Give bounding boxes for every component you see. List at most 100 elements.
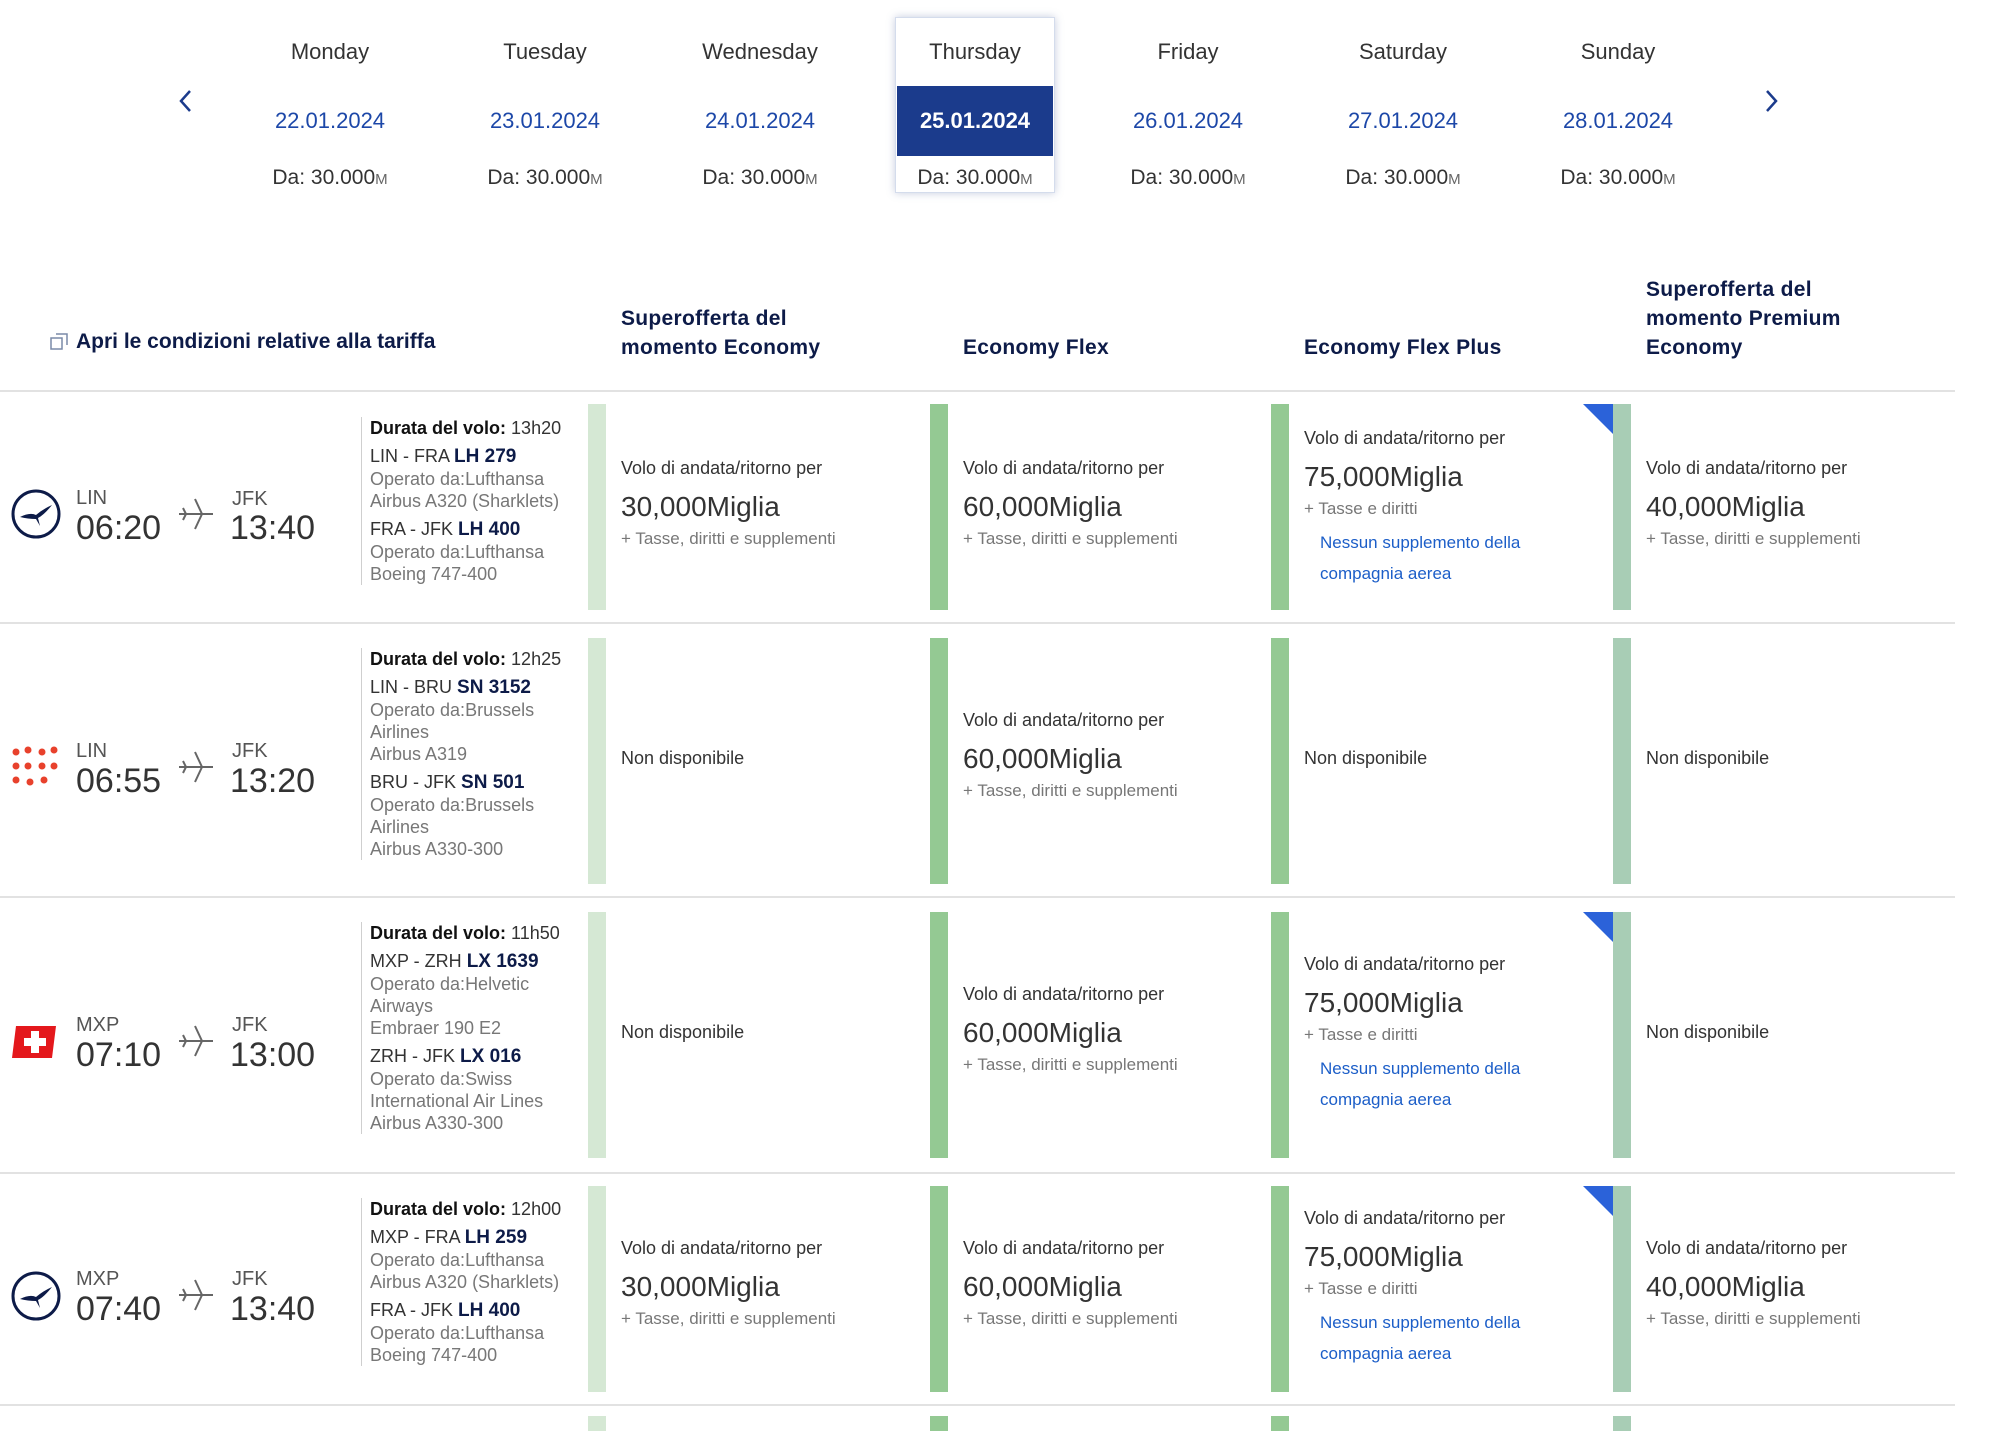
segment: MXP - FRA LH 259	[370, 1227, 528, 1248]
segment: LIN - FRA LH 279	[370, 446, 517, 467]
fare-bar	[1271, 404, 1289, 610]
arrival-time: 13:00	[230, 1036, 316, 1074]
fare-bar	[1613, 912, 1631, 1158]
flight-row[interactable]: MXP 07:10 JFK 13:00 Durata del volo: 11h…	[0, 898, 1955, 1172]
day-tuesday[interactable]: Tuesday 23.01.2024 Da: 30.000M	[466, 18, 624, 189]
flight-row[interactable]: MXP 07:40 JFK 13:40 Durata del volo: 12h…	[0, 1174, 1955, 1404]
fare-option[interactable]: Volo di andata/ritorno per 40,000Miglia …	[1646, 1238, 1946, 1329]
flight-details: Durata del volo: 13h20 LIN - FRA LH 279 …	[361, 417, 595, 585]
airplane-icon	[179, 498, 213, 530]
fare-unavailable: Non disponibile	[621, 1022, 745, 1042]
fare-bar	[588, 638, 606, 884]
departure-time: 07:40	[76, 1290, 162, 1328]
day-price: Da: 30.000M	[1560, 166, 1676, 189]
fare-unavailable: Non disponibile	[1646, 1022, 1770, 1042]
day-wednesday[interactable]: Wednesday 24.01.2024 Da: 30.000M	[681, 18, 839, 189]
airplane-icon	[179, 1279, 213, 1311]
airplane-icon	[179, 1025, 213, 1057]
day-date: 22.01.2024	[274, 108, 386, 133]
no-surcharge-note: Nessun supplemento della compagnia aerea	[1320, 533, 1521, 583]
fare-option[interactable]: Volo di andata/ritorno per 75,000Miglia …	[1304, 954, 1604, 1115]
segment-operator: Operato da:Lufthansa	[370, 469, 545, 489]
origin-code: MXP	[76, 1014, 120, 1036]
arrival-time: 13:40	[230, 509, 316, 547]
fare-conditions-link[interactable]: Apri le condizioni relative alla tariffa	[50, 330, 435, 354]
day-price: Da: 30.000M	[487, 166, 603, 189]
fare-bar	[1613, 1186, 1631, 1392]
day-date: 28.01.2024	[1562, 108, 1674, 133]
fare-option[interactable]: Volo di andata/ritorno per 60,000Miglia …	[963, 710, 1263, 801]
fare-bar	[1613, 1416, 1631, 1431]
day-date: 23.01.2024	[489, 108, 601, 133]
fare-option[interactable]: Volo di andata/ritorno per 40,000Miglia …	[1646, 458, 1946, 549]
fare-header-premium-deal: Superofferta del momento Premium Economy	[1646, 278, 1841, 359]
fare-option[interactable]: Volo di andata/ritorno per 60,000Miglia …	[963, 1238, 1263, 1329]
segment-aircraft: Airbus A330-300	[370, 1113, 504, 1133]
day-price: Da: 30.000M	[1130, 166, 1246, 189]
segment-operator: Operato da:Lufthansa	[370, 542, 545, 562]
flight-duration: Durata del volo: 13h20	[370, 418, 562, 438]
day-friday[interactable]: Friday 26.01.2024 Da: 30.000M	[1109, 18, 1267, 189]
segment-operator: Operato da:Brussels Airlines	[370, 795, 535, 837]
lufthansa-crane-icon	[11, 1271, 61, 1321]
day-date: 24.01.2024	[704, 108, 816, 133]
fare-bar	[1271, 1416, 1289, 1431]
flight-details: Durata del volo: 12h25 LIN - BRU SN 3152…	[361, 648, 595, 860]
day-price: Da: 30.000M	[272, 166, 388, 189]
day-thursday-selected[interactable]: Thursday 25.01.2024 Da: 30.000M	[895, 17, 1055, 193]
fare-header-economy-deal: Superofferta del momento Economy	[621, 307, 821, 359]
day-saturday[interactable]: Saturday 27.01.2024 Da: 30.000M	[1324, 18, 1482, 189]
origin-code: LIN	[76, 740, 108, 762]
flight-details: Durata del volo: 12h00 MXP - FRA LH 259 …	[361, 1198, 595, 1366]
segment-operator: Operato da:Helvetic Airways	[370, 974, 530, 1016]
flight-row-partial	[0, 1406, 1955, 1431]
fare-bar	[588, 404, 606, 610]
day-name: Tuesday	[503, 39, 587, 64]
fare-option[interactable]: Volo di andata/ritorno per 60,000Miglia …	[963, 458, 1263, 549]
fare-unavailable: Non disponibile	[1646, 748, 1770, 768]
segment: FRA - JFK LH 400	[370, 1300, 521, 1321]
fare-bar	[588, 912, 606, 1158]
day-date: 27.01.2024	[1347, 108, 1459, 133]
fare-option[interactable]: Volo di andata/ritorno per 30,000Miglia …	[621, 458, 921, 549]
origin-code: MXP	[76, 1268, 120, 1290]
segment: BRU - JFK SN 501	[370, 772, 525, 793]
fare-option[interactable]: Volo di andata/ritorno per 60,000Miglia …	[963, 984, 1263, 1075]
prev-week-button[interactable]	[173, 86, 199, 116]
fare-unavailable: Non disponibile	[1304, 748, 1428, 768]
fare-bar	[930, 638, 948, 884]
next-week-button[interactable]	[1758, 86, 1784, 116]
fare-header-economy-flex-plus: Economy Flex Plus	[1304, 336, 1502, 359]
fare-option[interactable]: Volo di andata/ritorno per 75,000Miglia …	[1304, 428, 1604, 589]
segment-operator: Operato da:Brussels Airlines	[370, 700, 535, 742]
day-sunday[interactable]: Sunday 28.01.2024 Da: 30.000M	[1539, 18, 1697, 189]
day-monday[interactable]: Monday 22.01.2024 Da: 30.000M	[251, 18, 409, 189]
day-name: Saturday	[1358, 39, 1448, 64]
day-name: Sunday	[1580, 39, 1656, 64]
flight-row[interactable]: LIN 06:55 JFK 13:20 Durata del volo: 12h…	[0, 624, 1955, 896]
segment-operator: Operato da:Swiss International Air Lines	[370, 1069, 544, 1111]
fare-conditions-label: Apri le condizioni relative alla tariffa	[76, 330, 436, 353]
segment-aircraft: Airbus A319	[370, 744, 468, 764]
fare-bar	[930, 404, 948, 610]
flight-row[interactable]: LIN 06:20 JFK 13:40 Durata del volo: 13h…	[0, 392, 1955, 622]
fare-bar	[1613, 638, 1631, 884]
departure-time: 07:10	[76, 1036, 162, 1074]
segment-aircraft: Embraer 190 E2	[370, 1018, 502, 1038]
segment-operator: Operato da:Lufthansa	[370, 1250, 545, 1270]
fare-header-economy-flex: Economy Flex	[963, 336, 1109, 359]
day-name: Friday	[1157, 39, 1219, 64]
segment: FRA - JFK LH 400	[370, 519, 521, 540]
destination-code: JFK	[232, 488, 268, 510]
fare-bar	[1613, 404, 1631, 610]
segment: LIN - BRU SN 3152	[370, 677, 531, 698]
fare-bar	[930, 1186, 948, 1392]
fare-option[interactable]: Volo di andata/ritorno per 75,000Miglia …	[1304, 1208, 1604, 1369]
swiss-cross-icon	[12, 1026, 56, 1058]
external-link-icon	[50, 333, 68, 350]
fare-option[interactable]: Volo di andata/ritorno per 30,000Miglia …	[621, 1238, 921, 1329]
segment-aircraft: Airbus A330-300	[370, 839, 504, 859]
no-surcharge-note: Nessun supplemento della compagnia aerea	[1320, 1059, 1521, 1109]
destination-code: JFK	[232, 740, 268, 762]
day-name: Monday	[290, 39, 370, 64]
